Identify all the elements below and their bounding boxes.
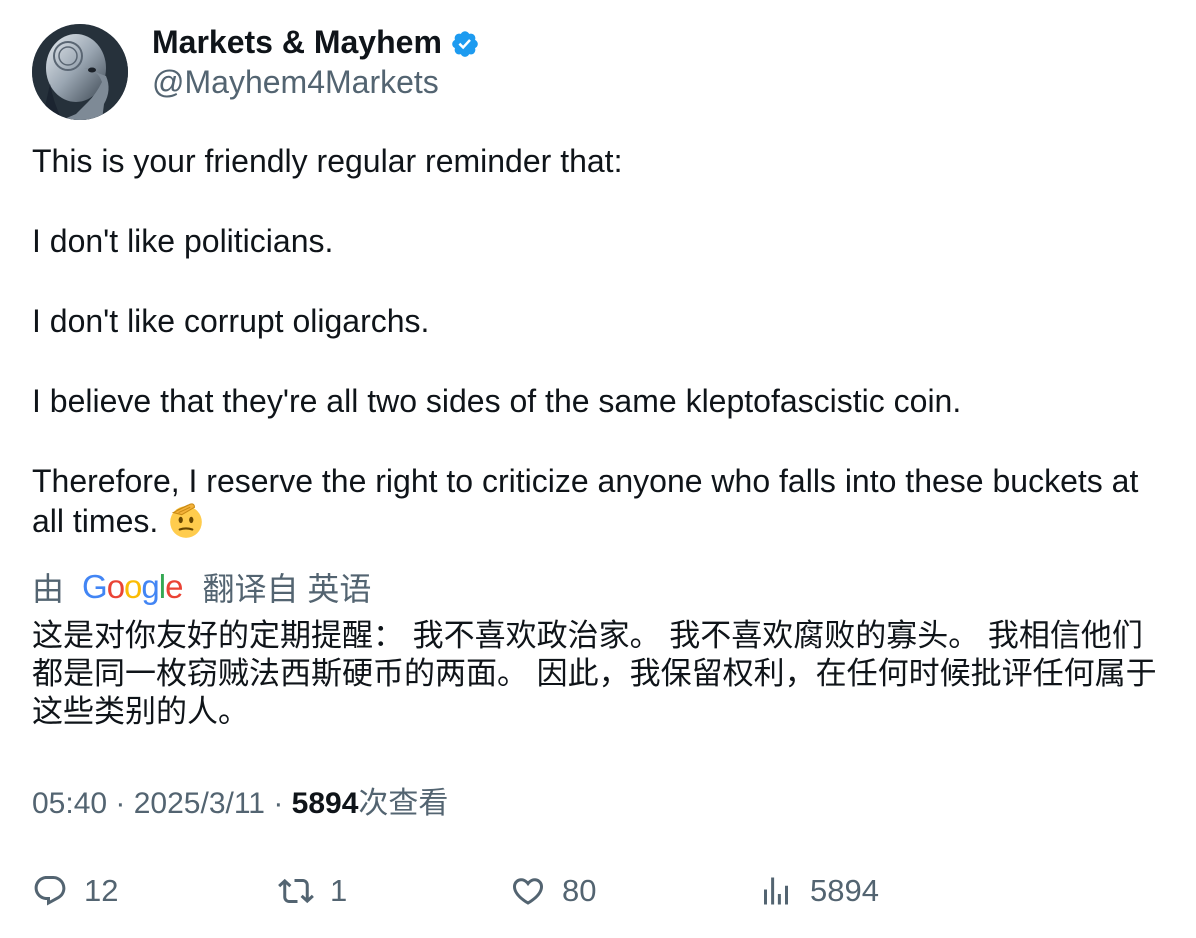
reply-button[interactable]: 12 — [32, 866, 118, 916]
views-button[interactable]: 5894 — [758, 866, 879, 916]
tweet-text: This is your friendly regular reminder t… — [32, 141, 1172, 541]
meta-separator: · — [265, 787, 292, 820]
retweet-count: 1 — [330, 873, 348, 908]
tweet-metadata: 05:40 · 2025/3/11 · 5894次查看 — [32, 784, 448, 824]
tweet-paragraph: This is your friendly regular reminder t… — [32, 143, 623, 179]
translation-attribution: 由 Google 翻译自 英语 — [32, 567, 371, 607]
translation-by-label: 由 — [32, 571, 65, 607]
retweet-icon — [278, 878, 314, 904]
like-count: 80 — [562, 873, 597, 908]
meta-separator: · — [107, 787, 134, 820]
tweet: Markets & Mayhem @Mayhem4Markets This is… — [0, 0, 1196, 938]
saluting-face-emoji-icon — [170, 503, 202, 538]
views-count: 5894 — [810, 873, 879, 908]
translation-source-label[interactable]: 翻译自 英语 — [202, 564, 371, 610]
view-count: 5894 — [291, 787, 359, 820]
tweet-paragraph-last: Therefore, I reserve the right to critic… — [32, 461, 1172, 541]
translated-text: 这是对你友好的定期提醒： 我不喜欢政治家。 我不喜欢腐败的寡头。 我相信他们都是… — [32, 618, 1157, 729]
verified-badge-icon — [452, 31, 478, 57]
robot-head-icon — [32, 24, 128, 120]
tweet-paragraph: I believe that they're all two sides of … — [32, 383, 962, 419]
reply-count: 12 — [84, 873, 119, 908]
like-button[interactable]: 80 — [510, 866, 596, 916]
reply-icon — [34, 876, 66, 906]
action-bar: 12 1 80 5894 — [32, 866, 1172, 916]
google-logo[interactable]: Google — [82, 568, 183, 606]
avatar[interactable] — [32, 24, 128, 120]
tweet-paragraph: I don't like politicians. — [32, 223, 334, 259]
tweet-time[interactable]: 05:40 — [32, 787, 107, 820]
tweet-date[interactable]: 2025/3/11 — [134, 787, 265, 820]
tweet-paragraph: I don't like corrupt oligarchs. — [32, 303, 430, 339]
views-chart-icon — [764, 877, 788, 905]
view-count-label: 次查看 — [358, 787, 449, 820]
heart-icon — [512, 878, 544, 905]
author-name[interactable]: Markets & Mayhem — [152, 22, 442, 62]
author-handle[interactable]: @Mayhem4Markets — [152, 62, 439, 102]
retweet-button[interactable]: 1 — [278, 866, 347, 916]
